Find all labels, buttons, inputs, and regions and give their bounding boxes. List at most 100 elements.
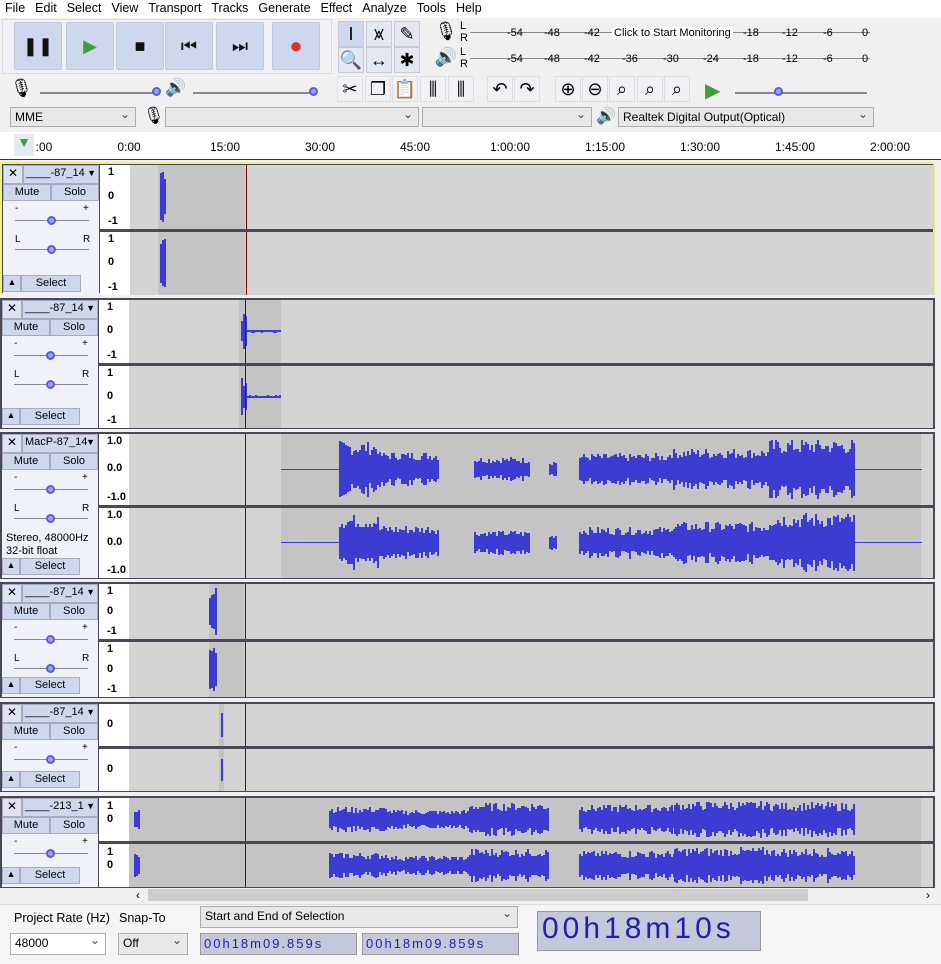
- track-menu-arrow-icon[interactable]: ▼: [87, 168, 96, 178]
- audio-track[interactable]: ✕ ____-87_14 ▼ Mute Solo - + L R ▲ Select 1 0 -1 1 0 -1: [0, 298, 935, 429]
- waveform-channel[interactable]: [129, 507, 933, 578]
- play-button[interactable]: ▶: [66, 22, 114, 70]
- multi-tool[interactable]: ✱: [394, 47, 420, 73]
- redo-button[interactable]: ↷: [514, 76, 540, 102]
- pan-knob[interactable]: [47, 245, 56, 254]
- envelope-tool[interactable]: ⩙: [366, 21, 392, 47]
- gain-knob[interactable]: [46, 755, 55, 764]
- solo-button[interactable]: Solo: [50, 603, 98, 620]
- track-control-panel[interactable]: ✕ ____-87_14 ▼ Mute Solo - + ▲ Select: [2, 704, 98, 791]
- vertical-ruler[interactable]: 1 0 -1: [99, 365, 129, 428]
- track-control-panel[interactable]: ✕ ____-87_14 ▼ Mute Solo - + L R ▲ Select: [2, 300, 98, 428]
- playback-volume-slider[interactable]: [193, 92, 315, 94]
- playback-device-select[interactable]: Realtek Digital Output(Optical): [618, 107, 874, 127]
- record-meter-mic-icon[interactable]: 🎙: [432, 21, 460, 45]
- menu-edit[interactable]: Edit: [30, 0, 62, 18]
- timeline-ruler[interactable]: :00 0:00 15:00 30:00 45:00 1:00:00 1:15:00 1:30…: [0, 132, 941, 160]
- recording-volume-slider[interactable]: [40, 92, 158, 94]
- play-meter-speaker-icon[interactable]: 🔊: [432, 47, 460, 71]
- cut-button[interactable]: ✂: [337, 76, 363, 102]
- menu-transport[interactable]: Transport: [143, 0, 206, 18]
- stop-button[interactable]: ■: [116, 22, 164, 70]
- close-track-button[interactable]: ✕: [2, 704, 22, 723]
- audio-clip[interactable]: [158, 231, 245, 295]
- track-control-panel[interactable]: ✕ ____-87_14 ▼ Mute Solo - + L R ▲ Select: [2, 584, 98, 697]
- waveform-channel[interactable]: [130, 231, 934, 295]
- vertical-ruler[interactable]: 1 0 -1: [99, 584, 129, 639]
- track-menu-arrow-icon[interactable]: ▼: [86, 303, 95, 313]
- mute-button[interactable]: Mute: [2, 723, 50, 740]
- zoom-toggle-button[interactable]: ⌕: [664, 76, 690, 102]
- project-rate-select[interactable]: 48000: [10, 933, 106, 955]
- zoom-out-button[interactable]: ⊖: [582, 76, 608, 102]
- playback-volume-knob[interactable]: [309, 87, 318, 96]
- menu-generate[interactable]: Generate: [253, 0, 315, 18]
- select-track-button[interactable]: Select: [20, 771, 80, 788]
- collapse-track-icon[interactable]: ▲: [2, 558, 20, 575]
- waveform-channel[interactable]: [129, 798, 933, 841]
- menu-tools[interactable]: Tools: [412, 0, 451, 18]
- waveform-channel[interactable]: [129, 434, 933, 505]
- collapse-track-icon[interactable]: ▲: [2, 677, 20, 694]
- play-speed-knob[interactable]: [774, 87, 783, 96]
- vertical-ruler[interactable]: 0: [99, 749, 129, 791]
- pause-button[interactable]: ❚❚: [14, 22, 62, 70]
- waveform-channel[interactable]: [129, 844, 933, 887]
- vertical-ruler[interactable]: 1 0 -1: [99, 642, 129, 697]
- recording-device-select[interactable]: [165, 107, 419, 127]
- close-track-button[interactable]: ✕: [3, 165, 23, 184]
- solo-button[interactable]: Solo: [50, 453, 98, 470]
- collapse-track-icon[interactable]: ▲: [2, 771, 20, 788]
- track-control-panel[interactable]: ✕ ____-213_1 ▼ Mute Solo - + ▲ Select: [2, 798, 98, 887]
- vertical-ruler[interactable]: 0: [99, 704, 129, 746]
- track-menu-arrow-icon[interactable]: ▼: [86, 707, 95, 717]
- vertical-ruler[interactable]: 1.0 0.0 -1.0: [99, 434, 129, 505]
- track-control-panel[interactable]: ✕ ____-87_14 ▼ Mute Solo - + L R ▲ Select: [3, 165, 99, 295]
- select-track-button[interactable]: Select: [21, 275, 81, 292]
- select-track-button[interactable]: Select: [20, 677, 80, 694]
- menu-tracks[interactable]: Tracks: [206, 0, 253, 18]
- menu-view[interactable]: View: [106, 0, 143, 18]
- fit-project-button[interactable]: ⌕: [637, 76, 663, 102]
- waveform-channel[interactable]: [129, 584, 933, 639]
- zoom-in-button[interactable]: ⊕: [555, 76, 581, 102]
- collapse-track-icon[interactable]: ▲: [2, 867, 20, 884]
- mute-button[interactable]: Mute: [3, 184, 51, 201]
- scroll-right-icon[interactable]: ›: [926, 888, 930, 902]
- zoom-tool[interactable]: 🔍: [338, 47, 364, 73]
- gain-knob[interactable]: [46, 849, 55, 858]
- trim-button[interactable]: ⫼: [420, 76, 446, 102]
- snap-to-select[interactable]: Off: [118, 933, 188, 955]
- mute-button[interactable]: Mute: [2, 603, 50, 620]
- select-track-button[interactable]: Select: [20, 867, 80, 884]
- paste-button[interactable]: 📋: [392, 76, 418, 102]
- selection-end-time[interactable]: 00h18m09.859s: [362, 933, 519, 955]
- menu-select[interactable]: Select: [62, 0, 107, 18]
- menu-effect[interactable]: Effect: [316, 0, 358, 18]
- play-head-triangle-icon[interactable]: ▼: [14, 134, 34, 156]
- solo-button[interactable]: Solo: [51, 184, 99, 201]
- menu-file[interactable]: File: [0, 0, 30, 18]
- menu-analyze[interactable]: Analyze: [357, 0, 411, 18]
- gain-knob[interactable]: [47, 216, 56, 225]
- skip-end-button[interactable]: ⏭: [216, 22, 264, 70]
- skip-start-button[interactable]: ⏮: [165, 22, 213, 70]
- play-speed-slider[interactable]: [735, 92, 867, 94]
- horizontal-scrollbar[interactable]: ‹ ›: [128, 888, 934, 902]
- pan-knob[interactable]: [46, 380, 55, 389]
- mute-button[interactable]: Mute: [2, 453, 50, 470]
- audio-clip[interactable]: [158, 165, 245, 229]
- selection-mode-select[interactable]: Start and End of Selection: [200, 906, 518, 928]
- vertical-ruler[interactable]: 10: [99, 844, 129, 887]
- playback-meter[interactable]: L R -54 -48 -42 -36 -30 -24 -18 -12 -6 0: [460, 46, 870, 70]
- audio-track[interactable]: ✕ ____-87_14 ▼ Mute Solo - + ▲ Select 0 0: [0, 702, 935, 792]
- audio-track[interactable]: ✕ ____-87_14 ▼ Mute Solo - + L R ▲ Select 1 0 -1 1 0 -1: [0, 162, 935, 295]
- close-track-button[interactable]: ✕: [2, 300, 22, 319]
- recording-volume-knob[interactable]: [152, 87, 161, 96]
- fit-selection-button[interactable]: ⌕: [609, 76, 635, 102]
- track-menu-arrow-icon[interactable]: ▼: [86, 587, 95, 597]
- gain-knob[interactable]: [46, 635, 55, 644]
- waveform-channel[interactable]: [129, 642, 933, 697]
- collapse-track-icon[interactable]: ▲: [3, 275, 21, 292]
- solo-button[interactable]: Solo: [50, 319, 98, 336]
